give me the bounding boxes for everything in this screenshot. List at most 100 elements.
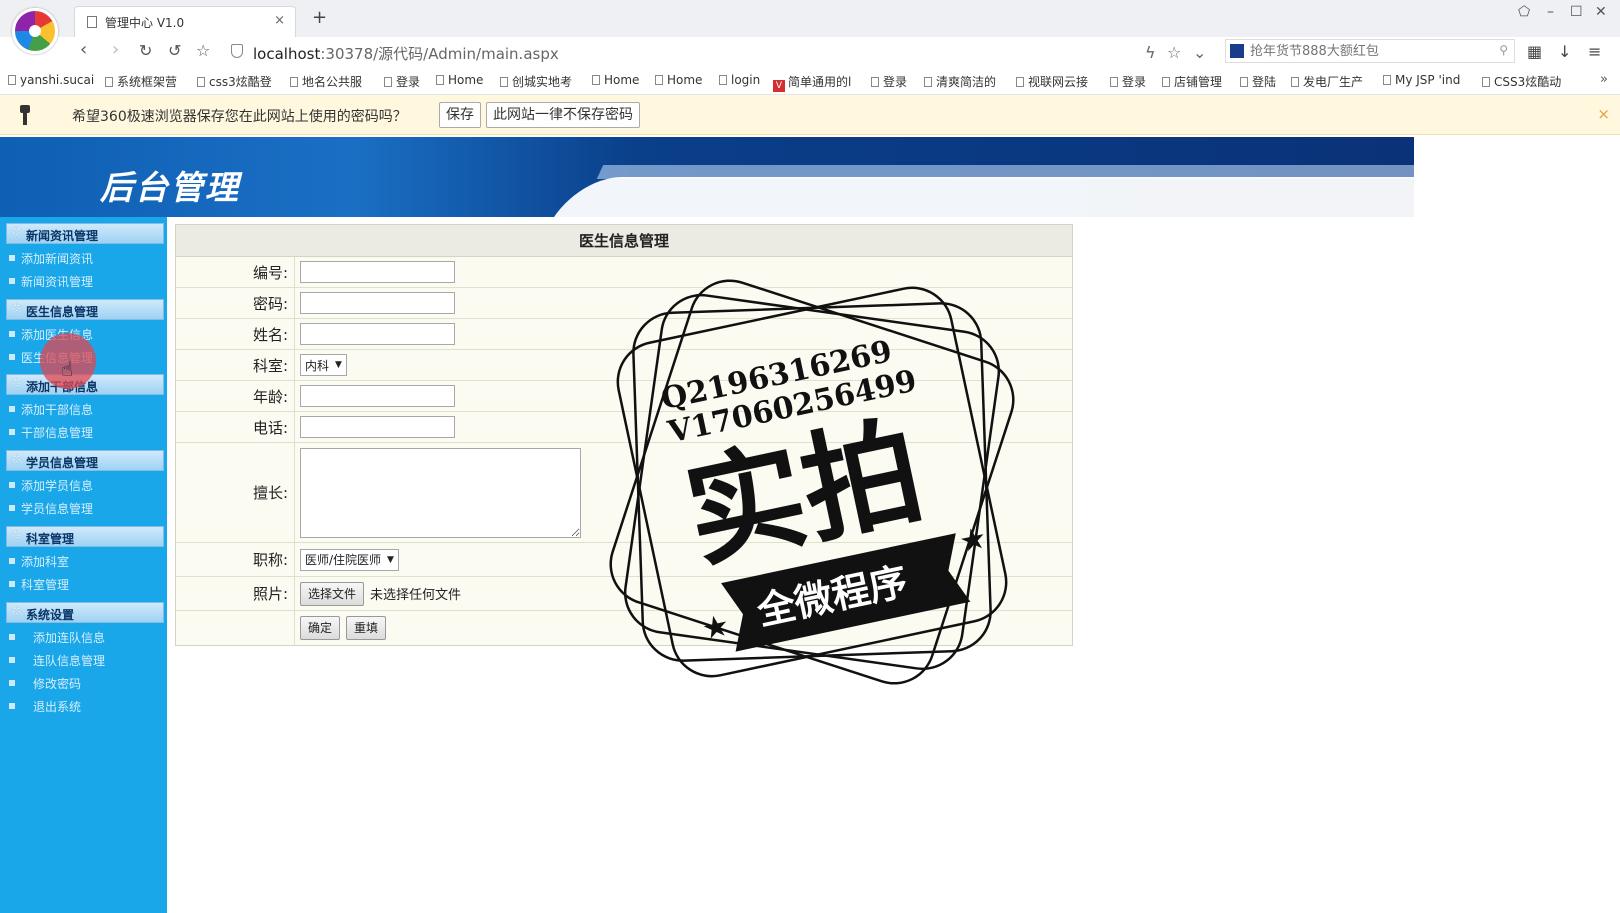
bookmark-item[interactable]: My JSP 'ind	[1383, 73, 1460, 87]
reload-icon[interactable]: ↻	[139, 41, 152, 60]
close-icon[interactable]: ×	[1597, 105, 1610, 123]
dropdown-icon[interactable]: ⌄	[1193, 43, 1206, 62]
skin-icon[interactable]: ⬠	[1518, 4, 1530, 20]
sidebar-group-system[interactable]: ✩ 系统设置	[6, 602, 164, 623]
undo-icon[interactable]: ↺	[168, 41, 181, 60]
sidebar-item-label: 连队信息管理	[33, 654, 106, 668]
bookmark-item[interactable]: 登录	[384, 73, 420, 90]
star-icon: ✩	[11, 604, 22, 619]
page-icon	[436, 75, 444, 85]
bookmark-item[interactable]: Home	[655, 73, 702, 87]
sidebar-group-department[interactable]: ✩ 科室管理	[6, 526, 164, 547]
sidebar-group-label: 系统设置	[26, 608, 75, 622]
bookmark-item[interactable]: 登陆	[1240, 73, 1276, 90]
phone-input[interactable]	[300, 416, 455, 438]
bookmark-item[interactable]: 视联网云接	[1016, 73, 1088, 90]
bookmark-item[interactable]: CSS3炫酷动	[1482, 73, 1561, 90]
sidebar-group-label: 医生信息管理	[26, 305, 99, 319]
address-bar[interactable]: localhost:30378/源代码/Admin/main.aspx ϟ ☆ …	[225, 39, 1206, 65]
tab-title: 管理中心 V1.0	[105, 16, 185, 30]
photo-label: 照片:	[176, 577, 295, 610]
bullet-icon	[9, 278, 15, 284]
number-input[interactable]	[300, 261, 455, 283]
sidebar-group-label: 科室管理	[26, 532, 75, 546]
star-icon: ✩	[11, 528, 22, 543]
bookmark-item[interactable]: yanshi.sucai	[8, 73, 94, 87]
password-input[interactable]	[300, 292, 455, 314]
search-icon[interactable]: ⚲	[1499, 43, 1508, 57]
bullet-icon	[9, 354, 15, 360]
sidebar-group-student[interactable]: ✩ 学员信息管理	[6, 450, 164, 471]
bookmark-item[interactable]: 地名公共服	[290, 73, 362, 90]
page-icon	[1016, 77, 1024, 87]
search-box[interactable]: ⚲	[1225, 39, 1515, 63]
sidebar-group-news[interactable]: ✩ 新闻资讯管理	[6, 223, 164, 244]
bookmark-item[interactable]: 系统框架营	[105, 73, 177, 90]
minimize-icon[interactable]: –	[1547, 4, 1554, 20]
department-select[interactable]: 内科 ▼	[300, 354, 347, 376]
reset-button[interactable]: 重填	[346, 616, 387, 640]
form-row-name: 姓名:	[176, 319, 1072, 350]
favorite-icon[interactable]: ☆	[196, 41, 210, 60]
age-input[interactable]	[300, 385, 455, 407]
tab-close-icon[interactable]: ×	[274, 13, 285, 28]
page-icon	[1110, 77, 1118, 87]
bullet-icon	[9, 634, 15, 640]
submit-button[interactable]: 确定	[300, 616, 341, 640]
number-label: 编号:	[176, 257, 295, 287]
browser-tab[interactable]: 管理中心 V1.0 ×	[74, 6, 296, 37]
security-icon	[231, 44, 243, 58]
sidebar-item-label: 退出系统	[33, 700, 82, 714]
apps-icon[interactable]: ▦	[1527, 42, 1542, 61]
bookmark-item[interactable]: 发电厂生产	[1291, 73, 1363, 90]
bookmark-item[interactable]: 登录	[871, 73, 907, 90]
forward-icon[interactable]: ›	[112, 39, 119, 60]
bookmark-item[interactable]: 创城实地考	[500, 73, 572, 90]
age-label: 年龄:	[176, 381, 295, 411]
password-save-message: 希望360极速浏览器保存您在此网站上使用的密码吗？	[72, 109, 407, 125]
bookmark-item[interactable]: 店铺管理	[1162, 73, 1222, 90]
page-icon	[197, 77, 205, 87]
page-icon	[592, 75, 600, 85]
save-password-button[interactable]: 保存	[439, 102, 481, 128]
specialty-textarea[interactable]	[300, 447, 581, 538]
form-row-specialty: 擅长:	[176, 443, 1072, 543]
page-icon	[87, 16, 97, 28]
new-tab-icon[interactable]: +	[312, 7, 327, 28]
sidebar-group-doctor[interactable]: ✩ 医生信息管理	[6, 299, 164, 320]
maximize-icon[interactable]: ☐	[1570, 4, 1583, 20]
browser-nav-bar: ‹ › ↻ ↺ ☆ localhost:30378/源代码/Admin/main…	[0, 37, 1620, 67]
search-engine-icon[interactable]	[1230, 44, 1244, 58]
never-save-button[interactable]: 此网站一律不保存密码	[486, 102, 640, 128]
close-window-icon[interactable]: ✕	[1595, 4, 1607, 20]
bookmark-item[interactable]: login	[719, 73, 760, 87]
bookmark-item[interactable]: Home	[436, 73, 483, 87]
bookmark-item[interactable]: 登录	[1110, 73, 1146, 90]
choose-file-button[interactable]: 选择文件	[300, 581, 365, 606]
sidebar-item-label: 添加学员信息	[21, 479, 94, 493]
bullet-icon	[9, 406, 15, 412]
bookmark-item[interactable]: css3炫酷登	[197, 73, 272, 90]
form-row-photo: 照片: 选择文件 未选择任何文件	[176, 577, 1072, 611]
bookmark-item[interactable]: V 简单通用的l	[773, 73, 851, 92]
bookmarks-more-icon[interactable]: »	[1600, 72, 1608, 87]
bookmark-star-icon[interactable]: ☆	[1167, 43, 1181, 62]
page-icon	[105, 77, 113, 87]
sidebar-group-label: 学员信息管理	[26, 456, 99, 470]
bookmark-item[interactable]: 清爽简洁的	[924, 73, 996, 90]
sidebar-group-label: 新闻资讯管理	[26, 229, 99, 243]
bookmark-item[interactable]: Home	[592, 73, 639, 87]
doctor-form: 医生信息管理 编号: 密码: 姓名: 科室: 内科 ▼ 年龄: 电话: 擅长: …	[175, 224, 1073, 646]
search-input[interactable]	[1250, 42, 1480, 60]
form-title: 医生信息管理	[176, 225, 1072, 257]
lightning-icon[interactable]: ϟ	[1145, 43, 1156, 62]
menu-icon[interactable]: ≡	[1588, 42, 1601, 61]
department-label: 科室:	[176, 350, 295, 380]
url-text[interactable]: localhost:30378/源代码/Admin/main.aspx	[253, 43, 559, 64]
name-input[interactable]	[300, 323, 455, 345]
back-icon[interactable]: ‹	[80, 39, 87, 60]
download-icon[interactable]: ↓	[1558, 42, 1571, 61]
browser-logo-icon[interactable]	[12, 8, 58, 54]
title-select[interactable]: 医师/住院医师 ▼	[300, 548, 399, 571]
empty-label	[176, 611, 295, 645]
